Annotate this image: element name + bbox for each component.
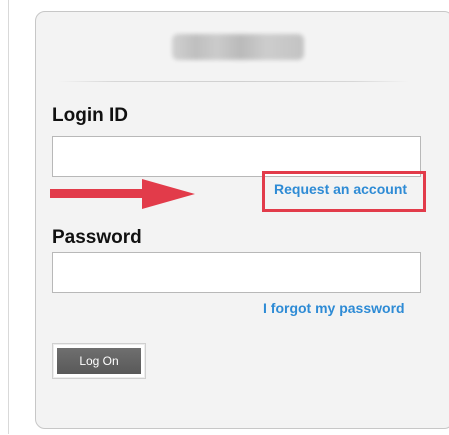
header-divider [58,81,409,82]
password-label: Password [52,227,142,248]
forgot-password-link[interactable]: I forgot my password [263,301,405,315]
password-input[interactable] [53,253,420,292]
right-arrow-icon [50,179,195,209]
password-field[interactable] [52,252,421,293]
log-on-button-label: Log On [57,348,141,374]
login-id-label: Login ID [52,105,128,126]
blurred-logo [172,34,304,60]
request-account-link[interactable]: Request an account [274,182,407,196]
log-on-button[interactable]: Log On [52,343,146,379]
